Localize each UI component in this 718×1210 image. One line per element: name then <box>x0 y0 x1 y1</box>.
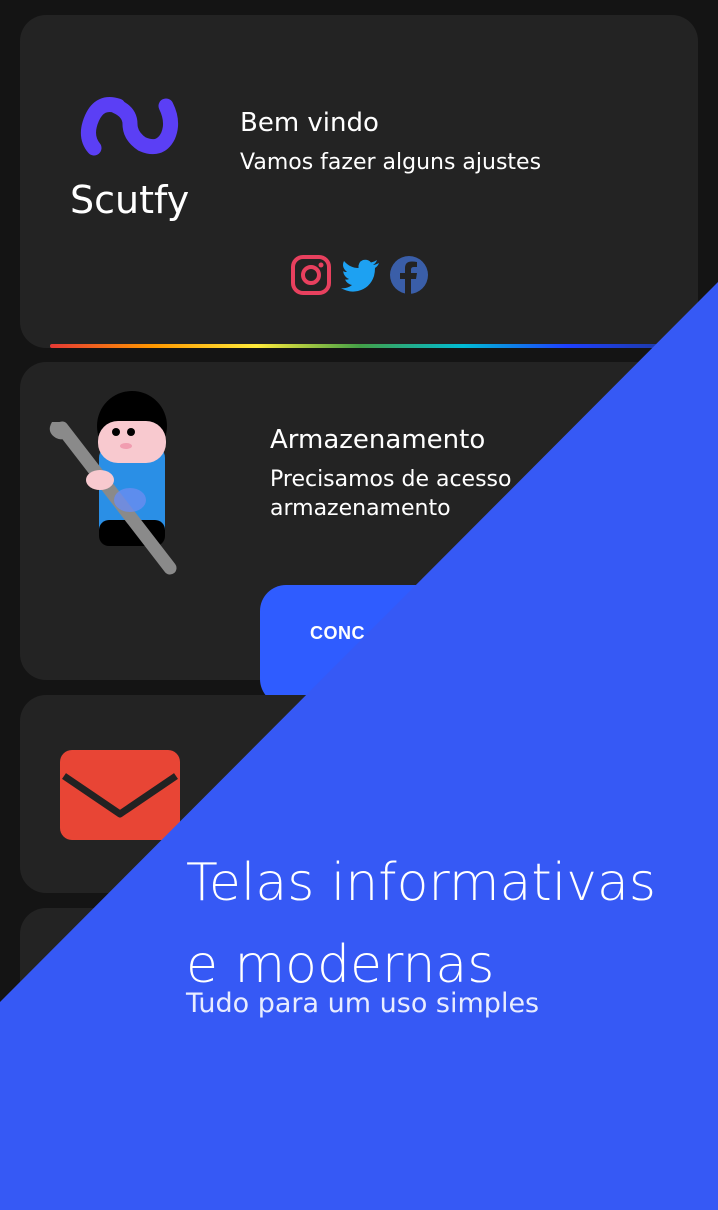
grant-permission-button[interactable] <box>260 585 560 705</box>
storage-description-line2: armazenamento <box>270 496 451 521</box>
storage-description-line1: Precisamos de acesso <box>270 467 512 492</box>
rainbow-divider <box>50 344 670 348</box>
scutfy-logo-icon <box>81 97 179 156</box>
mechanic-illustration-icon <box>49 391 177 575</box>
promo-title: Telas informativas e modernas <box>186 842 656 1006</box>
promo-title-line1: Telas informativas <box>186 853 656 913</box>
instagram-icon[interactable] <box>290 254 332 296</box>
storage-title: Armazenamento <box>270 425 486 455</box>
facebook-icon[interactable] <box>388 254 430 296</box>
grant-permission-label: CONC <box>310 623 365 643</box>
promo-subtitle: Tudo para um uso simples <box>186 988 540 1019</box>
app-name: Scutfy <box>70 178 190 222</box>
welcome-title: Bem vindo <box>240 108 379 138</box>
mail-icon <box>60 750 180 840</box>
welcome-subtitle: Vamos fazer alguns ajustes <box>240 150 542 175</box>
twitter-icon[interactable] <box>339 254 381 296</box>
